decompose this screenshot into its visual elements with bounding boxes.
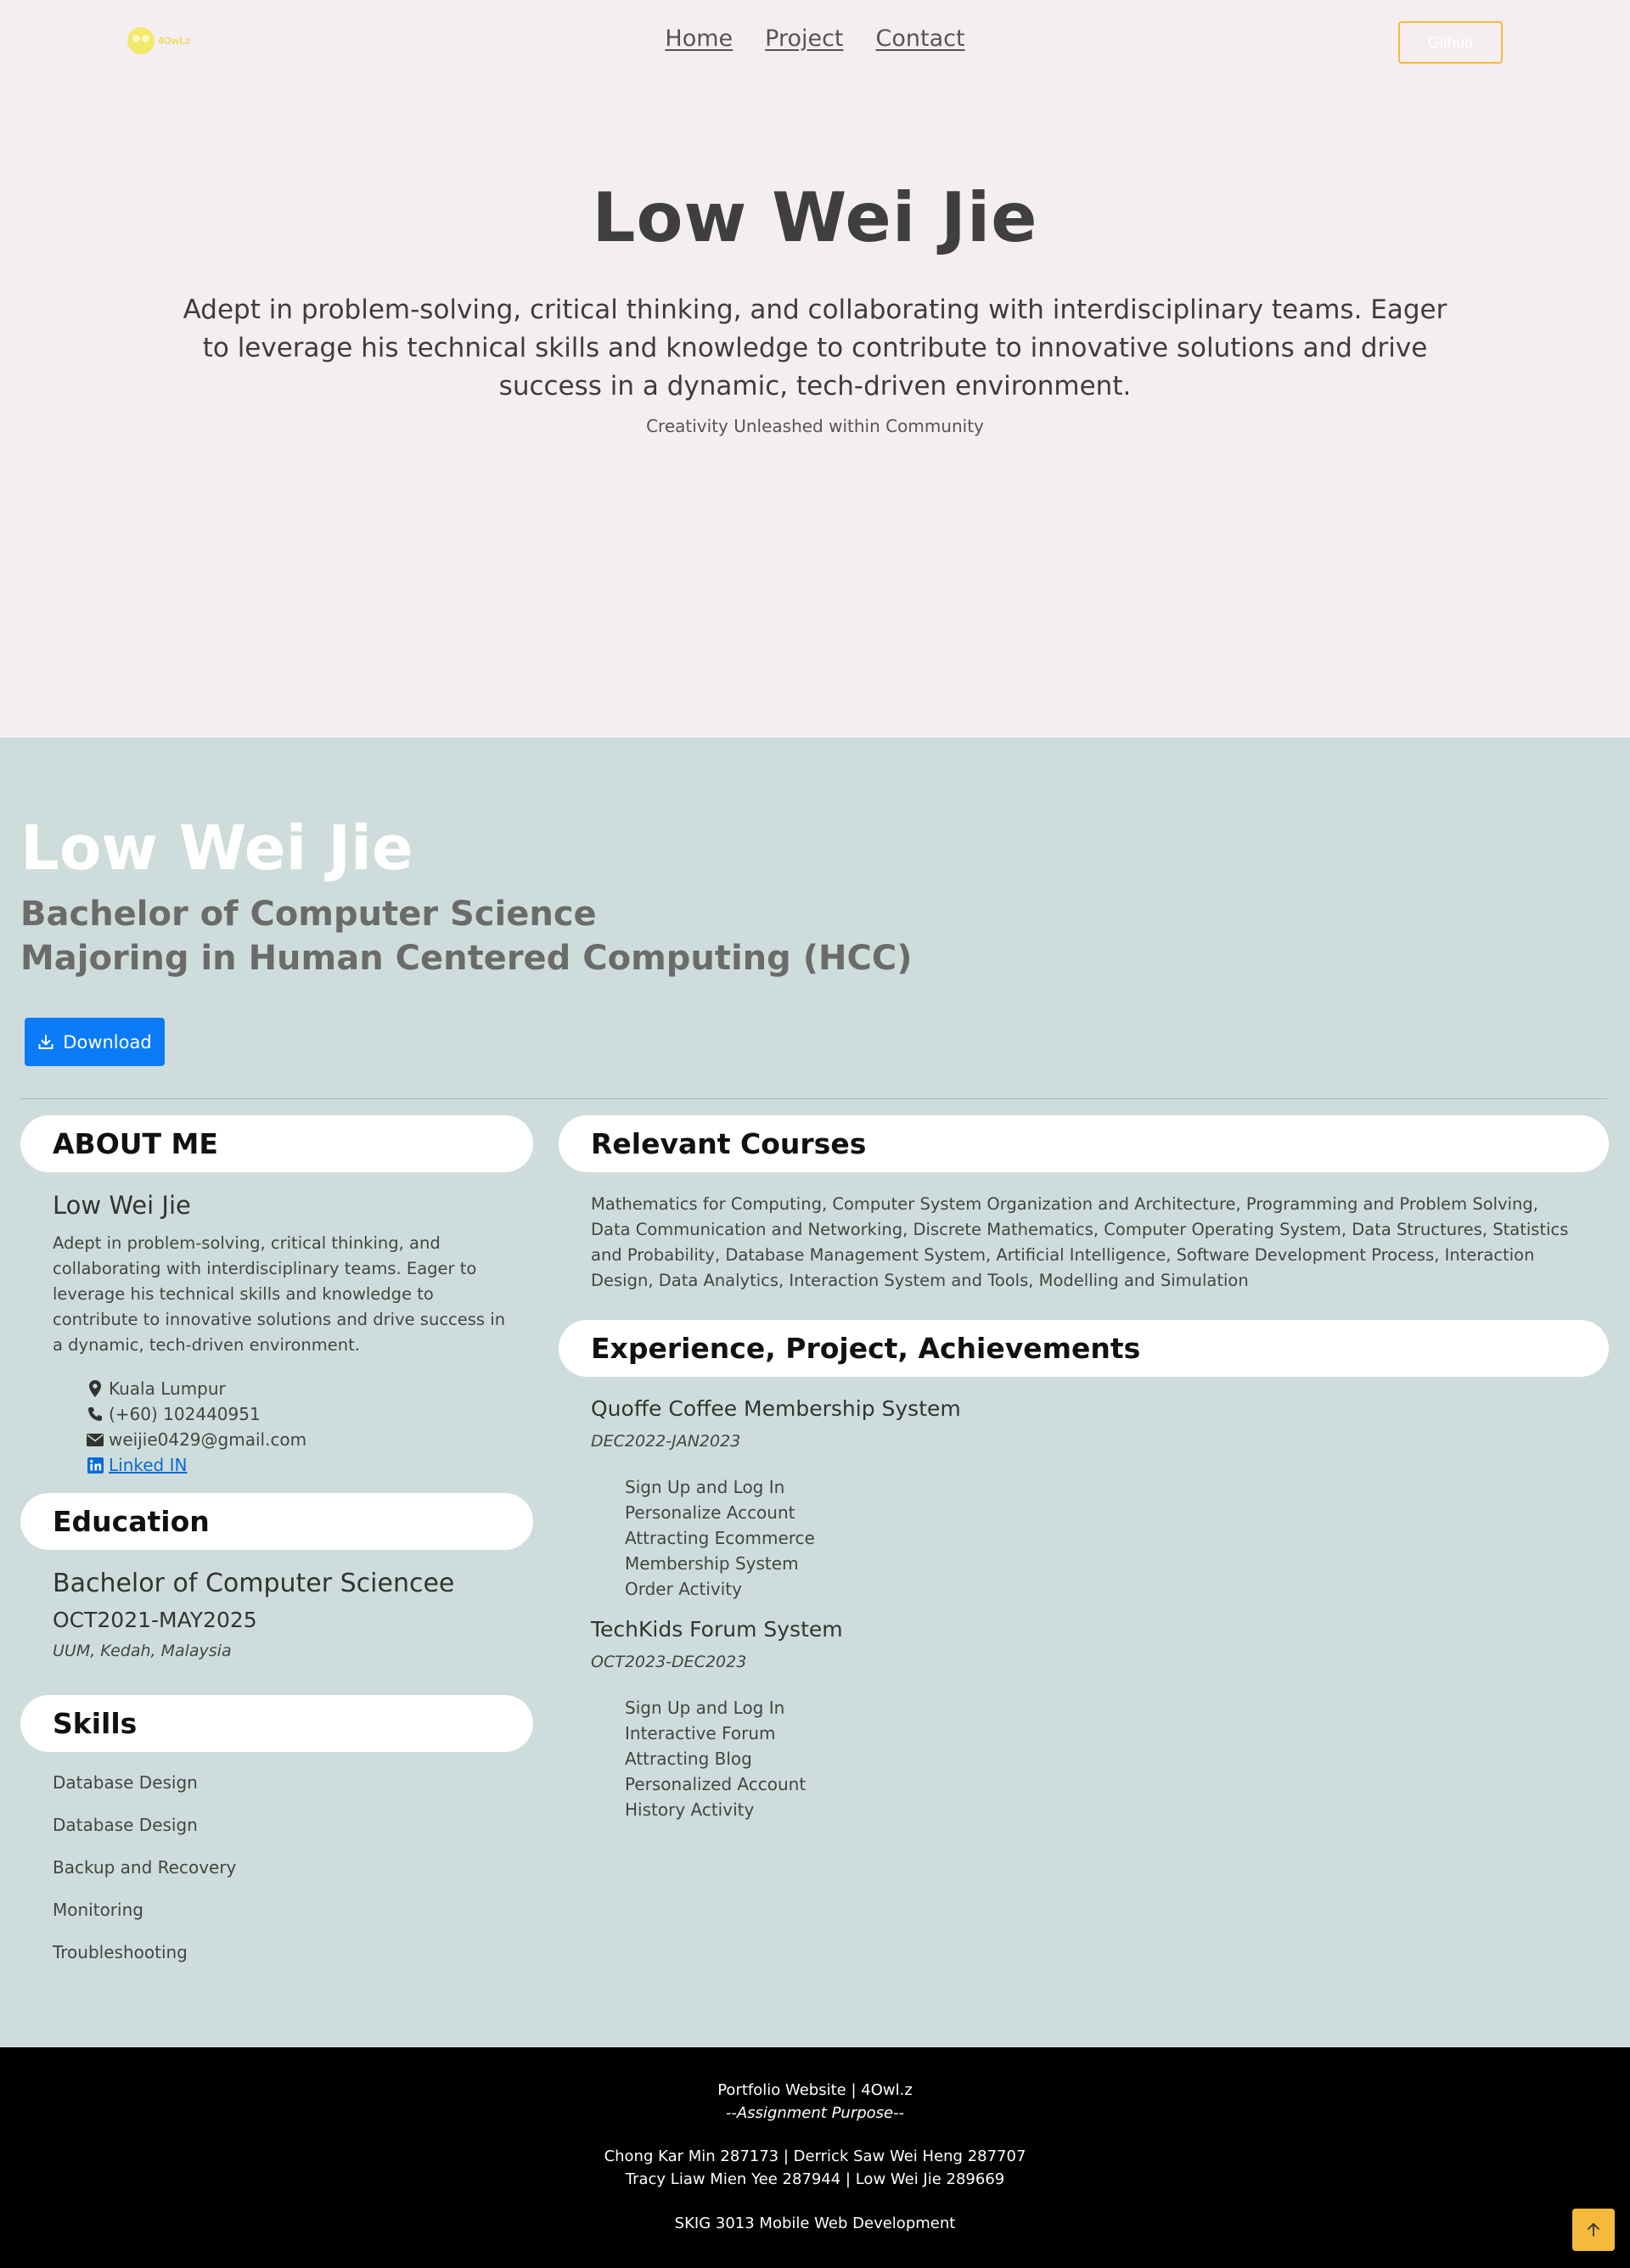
education-period: OCT2021-MAY2025	[53, 1608, 257, 1632]
about-name: Low Wei Jie	[53, 1191, 191, 1220]
location-text: Kuala Lumpur	[109, 1378, 226, 1399]
education-place: UUM, Kedah, Malaysia	[53, 1642, 232, 1660]
footer: Portfolio Website | 4Owl.z --Assignment …	[0, 2047, 1630, 2268]
back-to-top-button[interactable]	[1572, 2209, 1615, 2251]
skill-item: Database Design	[53, 1772, 198, 1793]
about-heading: ABOUT ME	[20, 1115, 533, 1172]
footer-line-4: Tracy Liaw Mien Yee 287944 | Low Wei Jie…	[625, 2170, 1005, 2188]
resume-name: Low Wei Jie	[20, 812, 413, 884]
skill-item: Monitoring	[53, 1900, 143, 1920]
footer-line-3: Chong Kar Min 287173 | Derrick Saw Wei H…	[604, 2147, 1026, 2165]
education-heading: Education	[20, 1493, 533, 1550]
degree-line-1: Bachelor of Computer Science	[20, 895, 597, 934]
list-item: Personalized Account	[625, 1774, 807, 1794]
list-item: Attracting Ecommerce	[625, 1528, 815, 1548]
list-item: Attracting Blog	[625, 1749, 752, 1769]
education-degree: Bachelor of Computer Sciencee	[53, 1569, 455, 1598]
project-title: TechKids Forum System	[591, 1617, 843, 1642]
project-feature-list: Sign Up and Log In Personalize Account A…	[625, 1474, 815, 1602]
hero-tagline: Creativity Unleashed within Community	[646, 416, 984, 436]
project-period: OCT2023-DEC2023	[591, 1653, 747, 1671]
skills-list: Database Design Database Design Backup a…	[53, 1770, 236, 1982]
skills-heading: Skills	[20, 1695, 533, 1752]
github-button[interactable]: Github	[1398, 21, 1503, 64]
arrow-up-icon	[1588, 2223, 1599, 2237]
project-period: DEC2022-JAN2023	[591, 1432, 741, 1451]
section-divider	[20, 1098, 1608, 1099]
main-nav: Home Project Contact	[0, 25, 1630, 52]
phone-icon	[87, 1406, 104, 1423]
courses-heading: Relevant Courses	[559, 1115, 1609, 1172]
resume-section: Low Wei Jie Bachelor of Computer Science…	[0, 738, 1630, 2047]
list-item: Interactive Forum	[625, 1723, 776, 1743]
nav-contact[interactable]: Contact	[876, 25, 965, 52]
skill-item: Troubleshooting	[53, 1942, 188, 1962]
list-item: Sign Up and Log In	[625, 1477, 785, 1497]
linkedin-icon	[87, 1457, 104, 1474]
phone-text: (+60) 102440951	[109, 1404, 261, 1424]
project-title: Quoffe Coffee Membership System	[591, 1396, 961, 1421]
footer-line-2: --Assignment Purpose--	[725, 2104, 905, 2122]
hero-description: Adept in problem-solving, critical think…	[183, 295, 1447, 401]
footer-line-5: SKIG 3013 Mobile Web Development	[674, 2215, 956, 2232]
list-item: Order Activity	[625, 1579, 742, 1599]
map-pin-icon	[87, 1380, 104, 1397]
contact-linkedin: Linked IN	[87, 1452, 306, 1478]
nav-project[interactable]: Project	[765, 25, 843, 52]
about-text: Adept in problem-solving, critical think…	[53, 1233, 506, 1355]
envelope-icon	[87, 1431, 104, 1448]
list-item: Membership System	[625, 1553, 799, 1574]
contact-list: Kuala Lumpur (+60) 102440951 weijie0429@…	[87, 1376, 306, 1478]
footer-line-1: Portfolio Website | 4Owl.z	[717, 2081, 913, 2099]
nav-home[interactable]: Home	[665, 25, 733, 52]
download-icon	[38, 1034, 53, 1049]
download-label: Download	[63, 1031, 152, 1053]
contact-location: Kuala Lumpur	[87, 1376, 306, 1401]
hero-section: 4Owl.z Home Project Contact Github Low W…	[0, 0, 1630, 738]
resume-degree: Bachelor of Computer Science Majoring in…	[20, 892, 912, 980]
contact-phone: (+60) 102440951	[87, 1401, 306, 1427]
list-item: History Activity	[625, 1799, 755, 1820]
courses-text: Mathematics for Computing, Computer Syst…	[591, 1194, 1569, 1290]
skill-item: Database Design	[53, 1815, 198, 1835]
contact-email: weijie0429@gmail.com	[87, 1427, 306, 1452]
email-text: weijie0429@gmail.com	[109, 1429, 307, 1450]
list-item: Personalize Account	[625, 1502, 795, 1523]
degree-line-2: Majoring in Human Centered Computing (HC…	[20, 939, 913, 978]
skill-item: Backup and Recovery	[53, 1857, 237, 1878]
project-feature-list: Sign Up and Log In Interactive Forum Att…	[625, 1695, 806, 1822]
linkedin-link[interactable]: Linked IN	[109, 1452, 187, 1478]
download-button[interactable]: Download	[25, 1018, 165, 1066]
hero-title: Low Wei Jie	[592, 178, 1038, 257]
list-item: Sign Up and Log In	[625, 1698, 785, 1718]
experience-heading: Experience, Project, Achievements	[559, 1320, 1609, 1377]
